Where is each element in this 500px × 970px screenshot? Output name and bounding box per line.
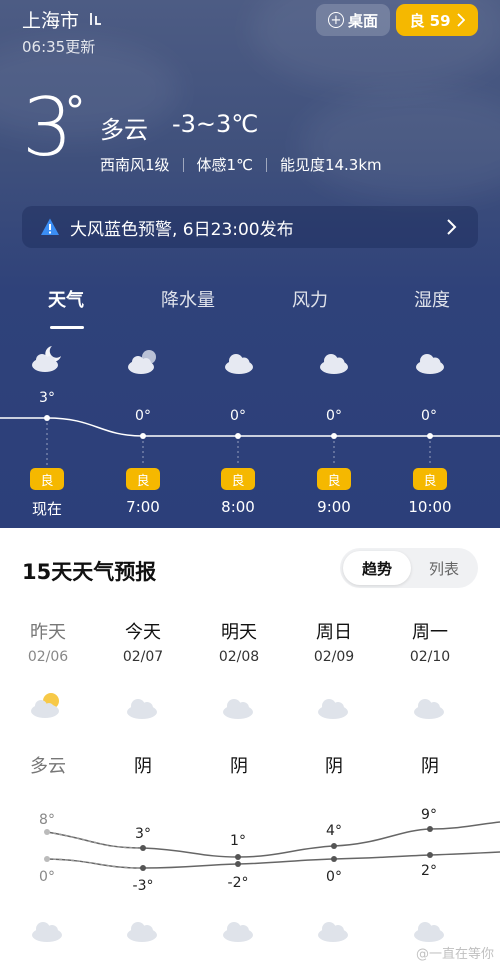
current-weather-panel: 上海市 06:35更新 + 桌面 良 59 3 ° 多云 -3~3℃ 西南风1级… — [0, 0, 500, 528]
hourly-time: 7:00 — [126, 498, 160, 516]
hourly-aqi-badge: 良 — [30, 468, 64, 490]
chevron-right-icon — [447, 219, 457, 235]
night-cloud-icon — [318, 922, 348, 942]
day-name[interactable]: 今天 — [108, 618, 178, 644]
hourly-aqi-badge: 良 — [413, 468, 447, 490]
chevron-right-icon — [456, 13, 465, 27]
hourly-aqi-badge: 良 — [221, 468, 255, 490]
city-name: 上海市 — [22, 10, 80, 32]
watermark: @一直在等你 — [415, 947, 494, 962]
hourly-time: 9:00 — [317, 498, 351, 516]
day-condition: 阴 — [325, 756, 343, 777]
toggle-trend[interactable]: 趋势 — [343, 551, 411, 585]
night-cloud-icon — [223, 922, 253, 942]
hourly-aqi-badge: 良 — [317, 468, 351, 490]
night-cloud-icon — [414, 922, 444, 942]
day-date: 02/09 — [313, 649, 355, 665]
city-selector[interactable]: 上海市 — [22, 6, 105, 33]
degree-symbol: ° — [65, 89, 85, 135]
divider — [182, 157, 184, 172]
overcast-icon — [318, 699, 348, 719]
day-name[interactable]: 明天 — [204, 618, 274, 644]
visibility-info: 能见度14.3km — [279, 156, 382, 174]
toggle-list[interactable]: 列表 — [412, 551, 476, 585]
feels-like: 体感1℃ — [196, 156, 253, 174]
add-to-desktop-button[interactable]: + 桌面 — [316, 4, 390, 36]
overcast-icon — [414, 699, 444, 719]
weather-alert-banner[interactable]: 大风蓝色预警, 6日23:00发布 — [22, 206, 478, 248]
day-condition: 阴 — [134, 756, 152, 777]
day-condition: 多云 — [30, 756, 66, 777]
divider — [265, 157, 267, 172]
wind-info: 西南风1级 — [100, 156, 170, 174]
hourly-time: 10:00 — [408, 498, 452, 516]
weather-details: 西南风1级 体感1℃ 能见度14.3km — [100, 154, 382, 175]
tab-weather[interactable]: 天气 — [48, 286, 84, 312]
day-date: 02/10 — [409, 649, 451, 665]
cloudy-night-icon — [32, 346, 61, 372]
overcast-icon — [127, 699, 157, 719]
partly-cloudy-icon — [31, 693, 59, 718]
location-icon — [90, 12, 102, 25]
update-time: 06:35更新 — [22, 38, 96, 56]
forecast-title: 15天天气预报 — [22, 560, 157, 584]
desktop-label: 桌面 — [347, 11, 378, 30]
day-low-temp: 2° — [421, 863, 437, 879]
warning-icon — [41, 218, 59, 235]
plus-icon: + — [327, 12, 344, 28]
hourly-tabs: 天气 降水量 风力 湿度 — [0, 286, 500, 316]
day-low-temp: 0° — [326, 869, 342, 885]
current-condition: 多云 — [100, 116, 148, 144]
view-toggle: 趋势 列表 — [340, 548, 478, 588]
tab-wind[interactable]: 风力 — [292, 286, 328, 312]
day-date: 02/07 — [122, 649, 164, 665]
day-name[interactable]: 周一 — [395, 618, 465, 644]
tab-indicator — [50, 326, 84, 329]
aqi-label: 良 59 — [409, 11, 451, 30]
hourly-aqi-badge: 良 — [126, 468, 160, 490]
day-low-temp: 0° — [39, 869, 55, 885]
alert-text: 大风蓝色预警, 6日23:00发布 — [70, 219, 294, 240]
night-cloud-icon — [127, 922, 157, 942]
day-condition: 阴 — [421, 756, 439, 777]
hourly-temperature-curve — [0, 415, 500, 466]
day-date: 02/08 — [218, 649, 260, 665]
hourly-time: 现在 — [31, 500, 62, 518]
cloud-icon — [320, 354, 348, 374]
day-name[interactable]: 周日 — [299, 618, 369, 644]
aqi-button[interactable]: 良 59 — [396, 4, 478, 36]
temperature-range: -3~3℃ — [172, 110, 259, 138]
hourly-time: 8:00 — [221, 498, 255, 516]
cloud-icon — [225, 354, 253, 374]
tab-precipitation[interactable]: 降水量 — [161, 286, 215, 312]
day-name[interactable]: 昨天 — [13, 618, 83, 644]
night-cloud-icon — [32, 922, 62, 942]
cloudy-icon — [128, 350, 156, 374]
overcast-icon — [223, 699, 253, 719]
tab-humidity[interactable]: 湿度 — [414, 286, 450, 312]
day-condition: 阴 — [230, 756, 248, 777]
cloud-icon — [416, 354, 444, 374]
day-low-temp: -3° — [132, 878, 154, 894]
day-low-temp: -2° — [227, 875, 249, 891]
day-date: 02/06 — [27, 649, 69, 665]
